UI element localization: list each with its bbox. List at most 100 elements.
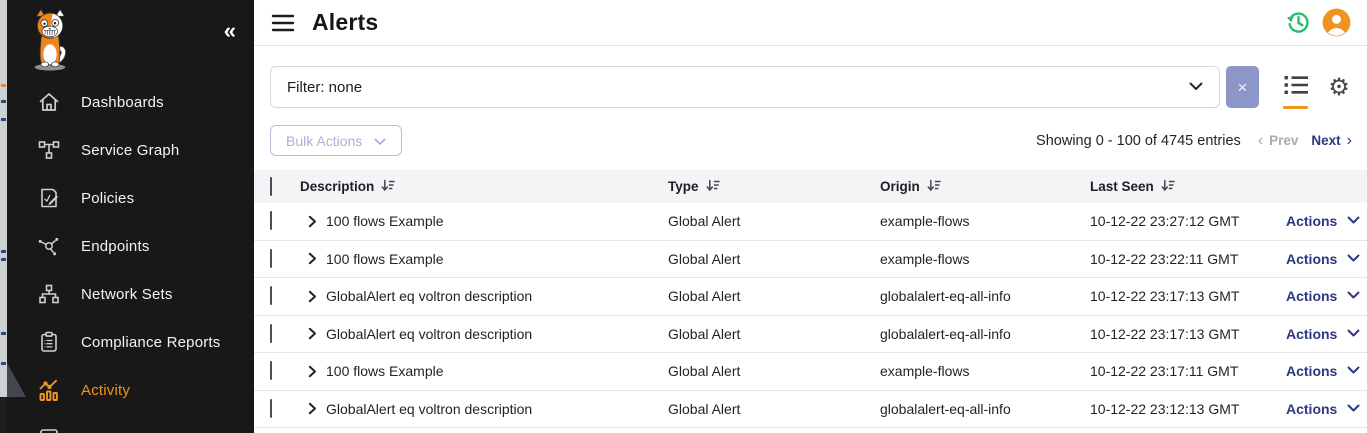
home-icon — [37, 90, 61, 114]
column-header-last-seen[interactable]: Last Seen — [1090, 179, 1286, 195]
alert-type: Global Alert — [668, 326, 880, 342]
expand-row-chevron-icon[interactable] — [308, 402, 317, 415]
sidebar-item-policies[interactable]: Policies — [7, 174, 254, 222]
alert-description: GlobalAlert eq voltron description — [326, 401, 532, 417]
next-page-button[interactable]: Next › — [1311, 133, 1352, 149]
select-all-checkbox[interactable] — [270, 177, 272, 196]
settings-gear-button[interactable]: ⚙ — [1326, 72, 1352, 102]
bulk-actions-button[interactable]: Bulk Actions — [270, 125, 402, 156]
alert-description: 100 flows Example — [326, 251, 444, 267]
row-actions-dropdown[interactable]: Actions — [1286, 325, 1360, 343]
expand-row-chevron-icon[interactable] — [308, 252, 317, 265]
row-checkbox[interactable] — [270, 361, 272, 380]
alert-type: Global Alert — [668, 401, 880, 417]
expand-row-chevron-icon[interactable] — [308, 327, 317, 340]
row-checkbox[interactable] — [270, 324, 272, 343]
background-window-edge — [0, 0, 7, 433]
alert-description: GlobalAlert eq voltron description — [326, 288, 532, 304]
sidebar-collapse-button[interactable]: « — [224, 20, 236, 42]
list-view-tab[interactable] — [1283, 72, 1309, 102]
chevron-down-icon — [1347, 250, 1360, 268]
alert-description: 100 flows Example — [326, 363, 444, 379]
expand-row-chevron-icon[interactable] — [308, 215, 317, 228]
sidebar-item-dashboards[interactable]: Dashboards — [7, 78, 254, 126]
alert-origin: example-flows — [880, 251, 1090, 267]
filter-select[interactable]: Filter: none — [270, 66, 1220, 108]
alert-origin: globalalert-eq-all-info — [880, 288, 1090, 304]
table-row[interactable]: GlobalAlert eq voltron description Globa… — [254, 391, 1367, 429]
partial-icon — [37, 426, 61, 433]
expand-row-chevron-icon[interactable] — [308, 365, 317, 378]
row-checkbox[interactable] — [270, 399, 272, 418]
bulk-actions-label: Bulk Actions — [286, 133, 362, 149]
sidebar-item-label: Network Sets — [81, 286, 173, 303]
chevron-down-icon — [1347, 287, 1360, 305]
table-row[interactable]: GlobalAlert eq voltron description Globa… — [254, 278, 1367, 316]
sidebar-item-label: Compliance Reports — [81, 334, 221, 351]
alert-last-seen: 10-12-22 23:27:12 GMT — [1090, 213, 1286, 229]
endpoints-nodes-icon — [37, 234, 61, 258]
chevron-down-icon — [1189, 78, 1203, 96]
clear-filter-button[interactable]: × — [1226, 66, 1259, 108]
expand-row-chevron-icon[interactable] — [308, 290, 317, 303]
column-header-origin[interactable]: Origin — [880, 179, 1090, 195]
row-actions-dropdown[interactable]: Actions — [1286, 400, 1360, 418]
table-body: 100 flows Example Global Alert example-f… — [254, 203, 1367, 428]
alert-type: Global Alert — [668, 251, 880, 267]
row-checkbox[interactable] — [270, 249, 272, 268]
alert-last-seen: 10-12-22 23:17:11 GMT — [1090, 363, 1286, 379]
showing-entries-text: Showing 0 - 100 of 4745 entries — [1036, 133, 1241, 149]
sidebar-item-compliance-reports[interactable]: Compliance Reports — [7, 318, 254, 366]
hamburger-menu-icon[interactable] — [270, 10, 296, 36]
row-actions-dropdown[interactable]: Actions — [1286, 362, 1360, 380]
prev-page-button[interactable]: ‹ Prev — [1258, 133, 1299, 149]
row-actions-dropdown[interactable]: Actions — [1286, 250, 1360, 268]
actions-label: Actions — [1286, 363, 1337, 379]
alert-origin: globalalert-eq-all-info — [880, 401, 1090, 417]
row-checkbox[interactable] — [270, 211, 272, 230]
list-view-icon — [1284, 75, 1309, 100]
chevron-right-icon: › — [1347, 133, 1352, 149]
sidebar-item-partial[interactable] — [7, 414, 254, 433]
policies-document-icon — [37, 186, 61, 210]
view-toggle-group: ⚙ — [1283, 72, 1352, 102]
gear-icon: ⚙ — [1328, 75, 1350, 99]
alert-type: Global Alert — [668, 213, 880, 229]
user-avatar[interactable] — [1321, 8, 1351, 38]
page-title: Alerts — [312, 9, 378, 36]
alert-origin: globalalert-eq-all-info — [880, 326, 1090, 342]
filter-select-value: Filter: none — [287, 79, 362, 96]
sidebar-item-activity[interactable]: Activity — [7, 366, 254, 414]
active-tab-underline — [1283, 106, 1308, 109]
table-row[interactable]: 100 flows Example Global Alert example-f… — [254, 241, 1367, 279]
pagination: Showing 0 - 100 of 4745 entries ‹ Prev N… — [1036, 133, 1352, 149]
network-hierarchy-icon — [37, 282, 61, 306]
table-row[interactable]: GlobalAlert eq voltron description Globa… — [254, 316, 1367, 354]
app-root: « Dashboards Service Graph — [0, 0, 1367, 433]
chevron-down-icon — [1347, 212, 1360, 230]
table-row[interactable]: 100 flows Example Global Alert example-f… — [254, 353, 1367, 391]
alert-last-seen: 10-12-22 23:22:11 GMT — [1090, 251, 1286, 267]
chevron-down-icon — [1347, 325, 1360, 343]
sidebar-item-endpoints[interactable]: Endpoints — [7, 222, 254, 270]
column-header-type[interactable]: Type — [668, 179, 880, 195]
actions-label: Actions — [1286, 213, 1337, 229]
actions-label: Actions — [1286, 251, 1337, 267]
row-checkbox[interactable] — [270, 286, 272, 305]
history-icon[interactable] — [1283, 8, 1313, 38]
table-row[interactable]: 100 flows Example Global Alert example-f… — [254, 203, 1367, 241]
column-header-description[interactable]: Description — [300, 179, 668, 195]
toolbar-row: Bulk Actions Showing 0 - 100 of 4745 ent… — [254, 125, 1367, 156]
alerts-table: Description Type Origin Last Seen — [254, 170, 1367, 433]
sidebar-item-service-graph[interactable]: Service Graph — [7, 126, 254, 174]
service-graph-icon — [37, 138, 61, 162]
row-actions-dropdown[interactable]: Actions — [1286, 212, 1360, 230]
sidebar-item-label: Activity — [81, 382, 130, 399]
sidebar-item-network-sets[interactable]: Network Sets — [7, 270, 254, 318]
actions-label: Actions — [1286, 401, 1337, 417]
sidebar-item-label: Dashboards — [81, 94, 164, 111]
alert-description: 100 flows Example — [326, 213, 444, 229]
row-actions-dropdown[interactable]: Actions — [1286, 287, 1360, 305]
alert-last-seen: 10-12-22 23:12:13 GMT — [1090, 401, 1286, 417]
sort-icon — [1161, 179, 1175, 195]
